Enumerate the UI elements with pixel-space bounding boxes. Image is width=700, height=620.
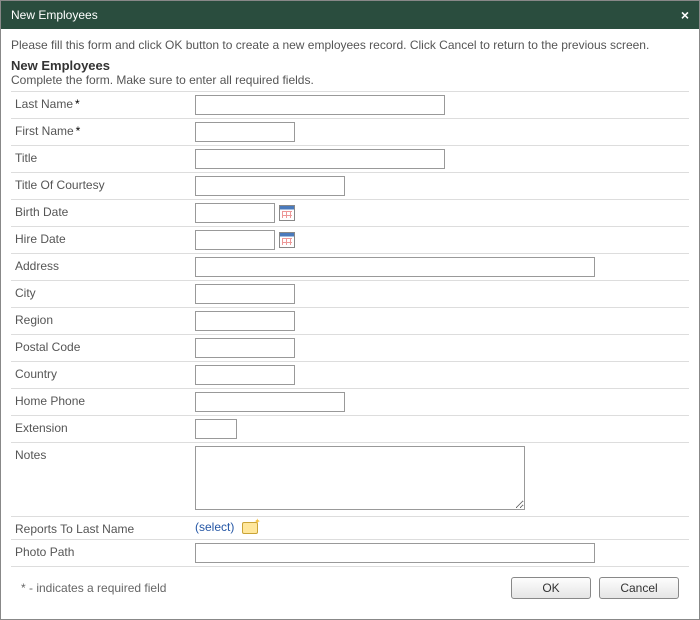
calendar-icon[interactable] [279,205,295,221]
title-input[interactable] [195,149,445,169]
lookup-icon[interactable] [242,522,258,534]
title-of-courtesy-input[interactable] [195,176,345,196]
section-subtext: Complete the form. Make sure to enter al… [11,73,689,87]
ok-button[interactable]: OK [511,577,591,599]
birth-date-input[interactable] [195,203,275,223]
instructions-text: Please fill this form and click OK butto… [11,37,689,54]
section-header: New Employees [11,58,689,73]
required-star: * [76,124,81,138]
required-note: * - indicates a required field [21,581,166,595]
dialog-footer: * - indicates a required field OK Cancel [11,567,689,609]
reports-to-label: Reports To Last Name [11,516,191,539]
hire-date-label: Hire Date [11,226,191,253]
address-input[interactable] [195,257,595,277]
first-name-input[interactable] [195,122,295,142]
extension-input[interactable] [195,419,237,439]
last-name-input[interactable] [195,95,445,115]
title-label: Title [11,145,191,172]
required-star: * [75,97,80,111]
region-label: Region [11,307,191,334]
reports-to-select-link[interactable]: (select) [195,520,234,534]
first-name-label: First Name* [11,118,191,145]
cancel-button[interactable]: Cancel [599,577,679,599]
dialog-titlebar: New Employees × [1,1,699,29]
new-employees-dialog: New Employees × Please fill this form an… [0,0,700,620]
dialog-title: New Employees [11,8,98,22]
title-of-courtesy-label: Title Of Courtesy [11,172,191,199]
photo-path-input[interactable] [195,543,595,563]
region-input[interactable] [195,311,295,331]
dialog-content: Please fill this form and click OK butto… [1,29,699,619]
postal-code-label: Postal Code [11,334,191,361]
notes-label: Notes [11,442,191,516]
city-label: City [11,280,191,307]
city-input[interactable] [195,284,295,304]
country-label: Country [11,361,191,388]
postal-code-input[interactable] [195,338,295,358]
form-table: Last Name* First Name* Title Title Of Co… [11,91,689,567]
last-name-label: Last Name* [11,91,191,118]
address-label: Address [11,253,191,280]
button-bar: OK Cancel [511,577,679,599]
photo-path-label: Photo Path [11,539,191,566]
home-phone-label: Home Phone [11,388,191,415]
extension-label: Extension [11,415,191,442]
calendar-icon[interactable] [279,232,295,248]
notes-textarea[interactable] [195,446,525,510]
birth-date-label: Birth Date [11,199,191,226]
home-phone-input[interactable] [195,392,345,412]
country-input[interactable] [195,365,295,385]
close-icon[interactable]: × [681,7,689,23]
hire-date-input[interactable] [195,230,275,250]
